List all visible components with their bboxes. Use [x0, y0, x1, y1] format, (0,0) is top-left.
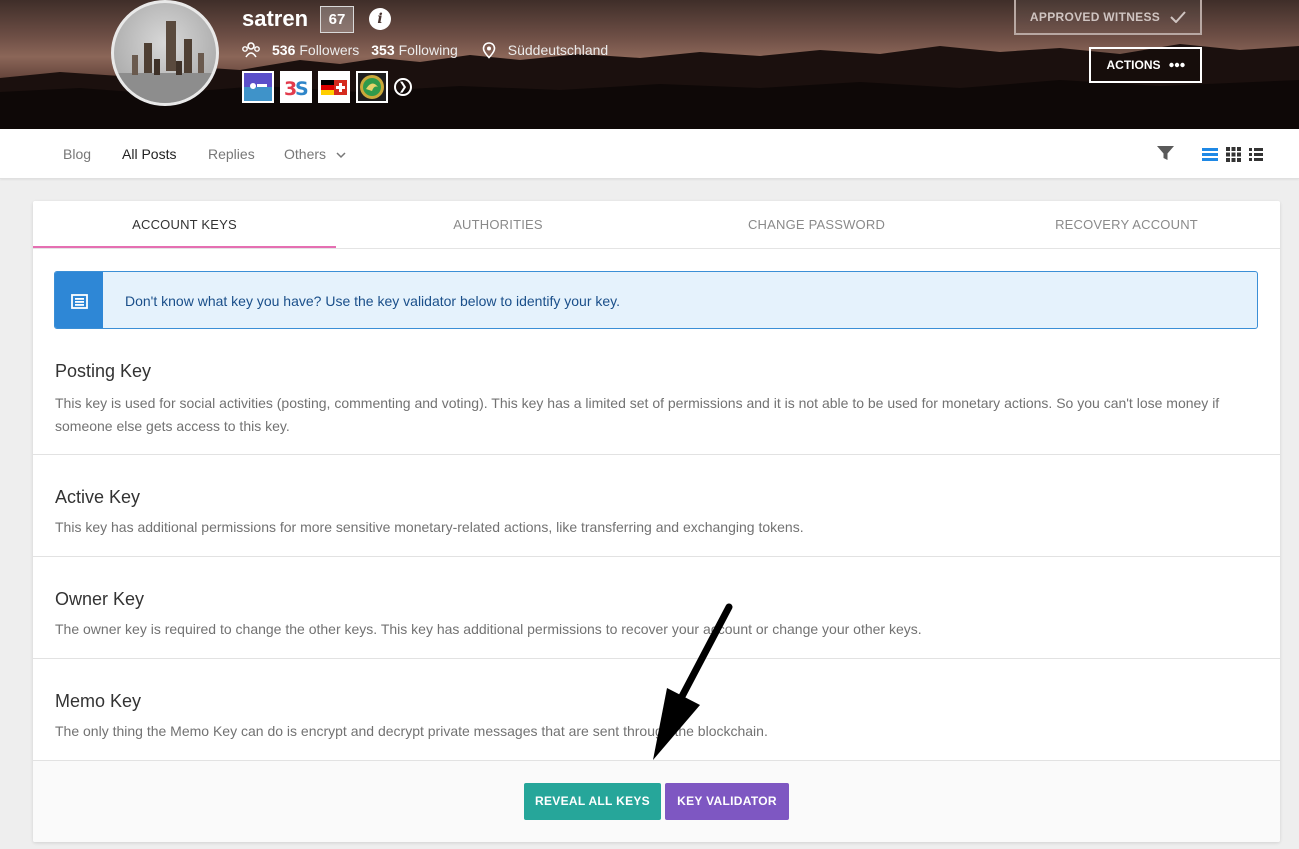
witness-label: APPROVED WITNESS: [1029, 9, 1161, 24]
following-count[interactable]: 353: [371, 42, 394, 58]
active-tab-indicator: [33, 246, 336, 248]
owner-key-section: Owner Key The owner key is required to c…: [33, 557, 1280, 659]
keys-tabs: ACCOUNT KEYS AUTHORITIES CHANGE PASSWORD…: [33, 201, 1280, 249]
more-dots-icon: [1168, 62, 1185, 68]
tab-change-password[interactable]: CHANGE PASSWORD: [660, 217, 973, 232]
followers-icon: [242, 42, 260, 58]
posting-key-description: This key is used for social activities (…: [55, 395, 1220, 434]
active-key-section: Active Key This key has additional permi…: [33, 455, 1280, 557]
tab-recovery-account[interactable]: RECOVERY ACCOUNT: [973, 217, 1280, 232]
svg-text:S: S: [295, 78, 309, 100]
avatar[interactable]: [111, 0, 219, 106]
nav-replies[interactable]: Replies: [208, 146, 255, 162]
followers-label[interactable]: Followers: [299, 42, 359, 58]
nav-others-label: Others: [284, 146, 327, 162]
document-icon: [70, 293, 88, 309]
nav-others[interactable]: Others: [284, 146, 346, 162]
memo-key-title: Memo Key: [55, 691, 142, 711]
info-icon[interactable]: i: [369, 8, 391, 30]
actions-button[interactable]: ACTIONS: [1089, 47, 1202, 83]
chevron-right-circle-icon[interactable]: ❯: [394, 78, 412, 96]
reveal-all-keys-button[interactable]: REVEAL ALL KEYS: [524, 783, 661, 820]
top-badge-icon[interactable]: [242, 71, 274, 103]
3s-badge-icon[interactable]: 3S: [280, 71, 312, 103]
filter-icon[interactable]: [1157, 146, 1174, 161]
approved-witness-button[interactable]: APPROVED WITNESS: [1014, 0, 1202, 35]
keys-card: ACCOUNT KEYS AUTHORITIES CHANGE PASSWORD…: [33, 201, 1280, 842]
profile-nav: Blog All Posts Replies Others: [0, 129, 1299, 179]
reputation-badge: 67: [320, 6, 354, 33]
check-icon: [1170, 10, 1186, 23]
tab-authorities[interactable]: AUTHORITIES: [336, 217, 660, 232]
owner-key-title: Owner Key: [55, 589, 145, 609]
flag-badge-icon[interactable]: [318, 71, 350, 103]
active-key-title: Active Key: [55, 487, 141, 507]
keys-actions-bar: REVEAL ALL KEYS KEY VALIDATOR: [33, 761, 1280, 842]
notice-text: Don't know what key you have? Use the ke…: [125, 293, 621, 309]
profile-cover: satren 67 i 536 Followers 353 Following …: [0, 0, 1299, 129]
username[interactable]: satren: [242, 6, 308, 32]
posting-key-title: Posting Key: [55, 361, 152, 381]
dragon-badge-icon[interactable]: [356, 71, 388, 103]
followers-count[interactable]: 536: [272, 42, 295, 58]
nav-all-posts[interactable]: All Posts: [122, 146, 176, 162]
compact-list-icon[interactable]: [1249, 148, 1263, 161]
notice-icon-block: [55, 272, 103, 328]
chevron-down-icon: [336, 152, 346, 159]
posting-key-section: Posting Key This key is used for social …: [33, 337, 1280, 455]
key-validator-notice: Don't know what key you have? Use the ke…: [54, 271, 1258, 329]
location-icon: [482, 41, 496, 59]
profile-stats: 536 Followers 353 Following Süddeutschla…: [242, 41, 608, 59]
badge-list: 3S ❯: [242, 71, 412, 103]
grid-view-icon[interactable]: [1226, 147, 1241, 162]
tab-account-keys[interactable]: ACCOUNT KEYS: [33, 217, 336, 232]
active-key-description: This key has additional permissions for …: [55, 519, 804, 535]
location-text: Süddeutschland: [507, 42, 609, 58]
following-label[interactable]: Following: [399, 42, 458, 58]
actions-label: ACTIONS: [1106, 58, 1161, 72]
memo-key-description: The only thing the Memo Key can do is en…: [55, 723, 768, 739]
list-view-icon[interactable]: [1202, 148, 1218, 161]
memo-key-section: Memo Key The only thing the Memo Key can…: [33, 659, 1280, 761]
owner-key-description: The owner key is required to change the …: [55, 621, 922, 637]
key-validator-button[interactable]: KEY VALIDATOR: [665, 783, 789, 820]
nav-blog[interactable]: Blog: [63, 146, 91, 162]
